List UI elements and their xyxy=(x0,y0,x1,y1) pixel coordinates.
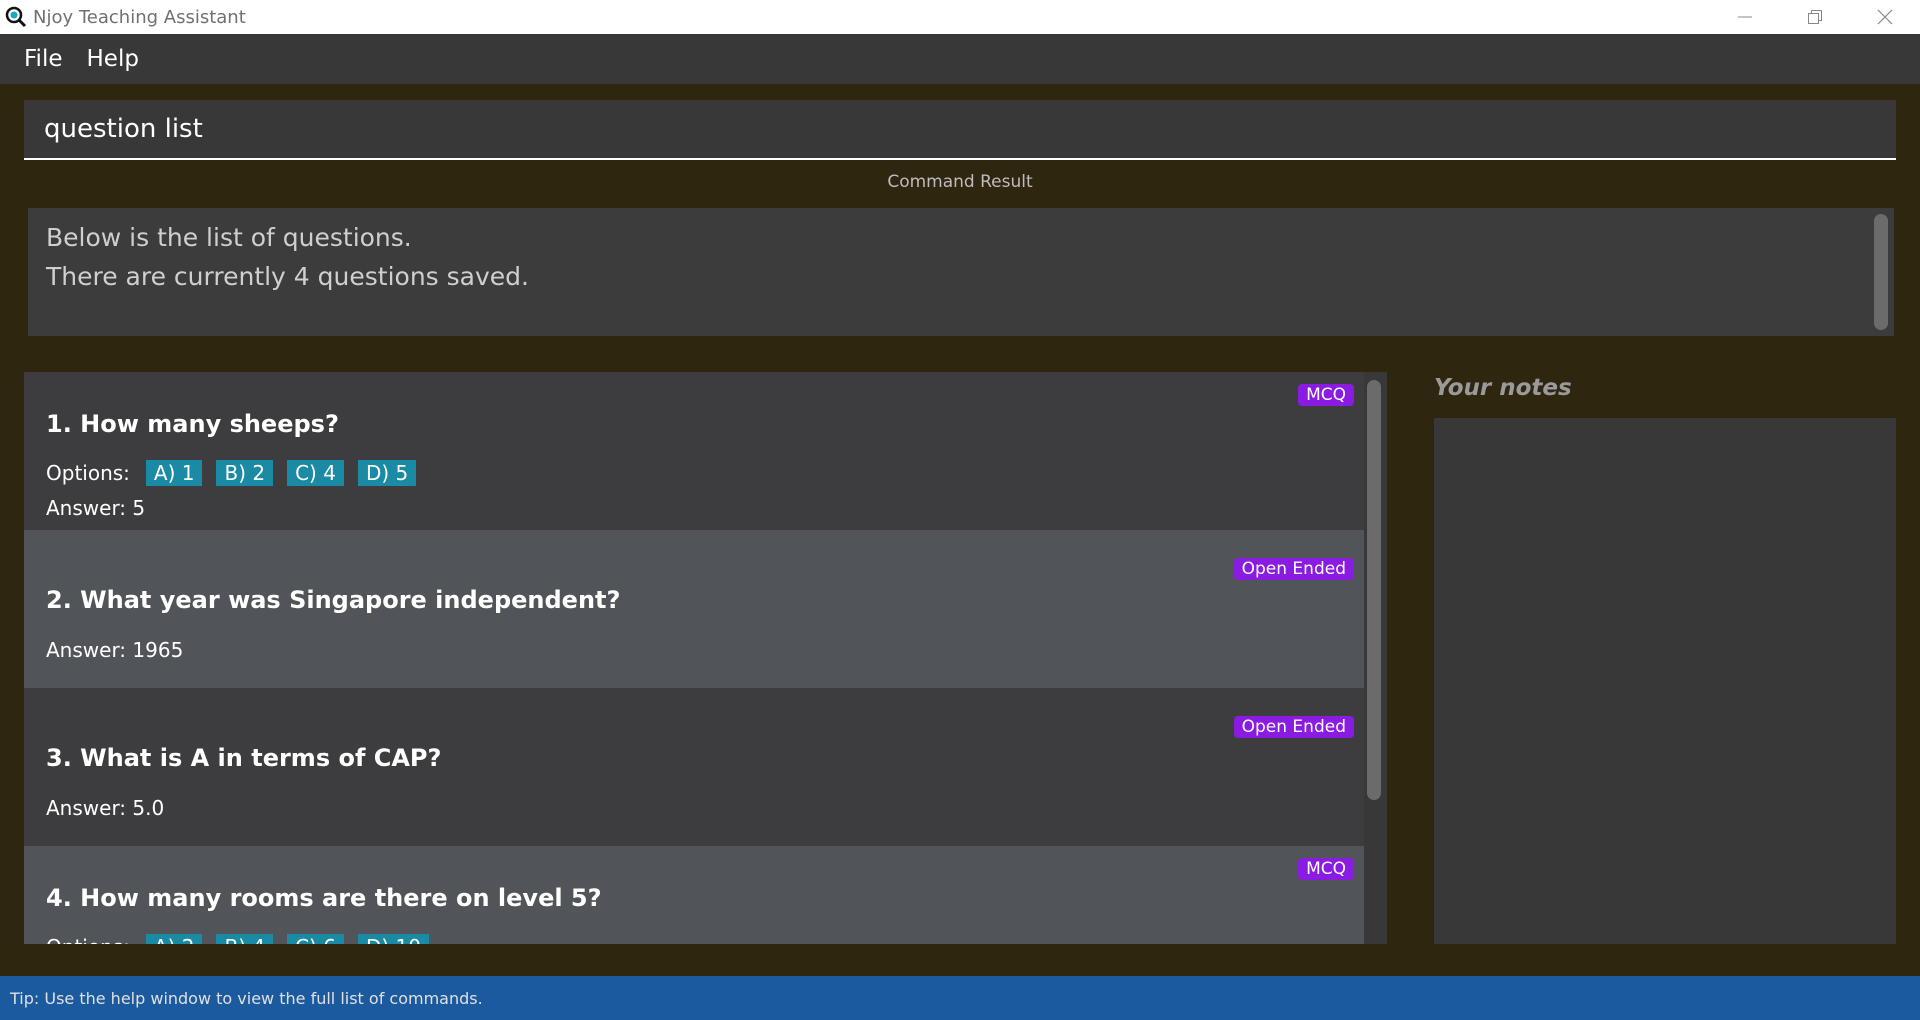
minimize-icon xyxy=(1738,16,1752,18)
question-list: MCQ 1. How many sheeps? Options: A) 1 B)… xyxy=(24,372,1387,944)
question-card[interactable]: Open Ended 3. What is A in terms of CAP?… xyxy=(24,688,1364,846)
result-line: There are currently 4 questions saved. xyxy=(46,262,529,291)
option-chip: C) 4 xyxy=(287,460,344,486)
menu-file[interactable]: File xyxy=(12,46,75,72)
restore-button[interactable] xyxy=(1780,0,1850,34)
restore-icon xyxy=(1808,10,1822,24)
question-type-badge: MCQ xyxy=(1298,858,1354,880)
question-answer: Answer: 1965 xyxy=(46,638,184,662)
notes-area[interactable] xyxy=(1434,418,1896,944)
close-icon xyxy=(1877,9,1893,25)
options-label: Options: xyxy=(46,935,130,944)
window-title: Njoy Teaching Assistant xyxy=(33,6,246,28)
menu-help[interactable]: Help xyxy=(75,46,151,72)
minimize-button[interactable] xyxy=(1710,0,1780,34)
title-bar: Njoy Teaching Assistant xyxy=(0,0,1920,34)
option-chip: A) 2 xyxy=(145,934,203,944)
option-chip: C) 6 xyxy=(287,934,344,944)
question-type-badge: Open Ended xyxy=(1233,716,1354,738)
option-chip: D) 5 xyxy=(357,460,417,486)
question-options: Options: A) 2 B) 4 C) 6 D) 10 xyxy=(46,934,443,944)
menu-bar: File Help xyxy=(0,34,1920,84)
status-bar: Tip: Use the help window to view the ful… xyxy=(0,976,1920,1020)
question-title: 4. How many rooms are there on level 5? xyxy=(46,884,602,912)
question-title: 3. What is A in terms of CAP? xyxy=(46,744,442,772)
option-chip: B) 4 xyxy=(216,934,274,944)
question-type-badge: MCQ xyxy=(1298,384,1354,406)
notes-title: Your notes xyxy=(1434,375,1572,401)
result-scrollbar[interactable] xyxy=(1874,214,1888,330)
question-type-badge: Open Ended xyxy=(1233,558,1354,580)
command-input-value: question list xyxy=(44,114,203,144)
question-card[interactable]: MCQ 4. How many rooms are there on level… xyxy=(24,846,1364,944)
question-answer: Answer: 5 xyxy=(46,496,146,520)
option-chip: A) 1 xyxy=(145,460,203,486)
question-options: Options: A) 1 B) 2 C) 4 D) 5 xyxy=(46,460,430,486)
question-answer: Answer: 5.0 xyxy=(46,796,165,820)
close-button[interactable] xyxy=(1850,0,1920,34)
option-chip: D) 10 xyxy=(357,934,429,944)
question-title: 1. How many sheeps? xyxy=(46,410,339,438)
question-list-scrollbar[interactable] xyxy=(1367,380,1381,800)
app-logo-icon xyxy=(5,6,27,28)
options-label: Options: xyxy=(46,461,130,485)
command-result-label: Command Result xyxy=(887,172,1033,192)
command-result-box: Below is the list of questions. There ar… xyxy=(28,208,1894,336)
question-title: 2. What year was Singapore independent? xyxy=(46,586,621,614)
result-line: Below is the list of questions. xyxy=(46,223,412,252)
question-card[interactable]: Open Ended 2. What year was Singapore in… xyxy=(24,530,1364,688)
status-tip: Tip: Use the help window to view the ful… xyxy=(10,988,483,1008)
question-card[interactable]: MCQ 1. How many sheeps? Options: A) 1 B)… xyxy=(24,372,1364,530)
command-input[interactable]: question list xyxy=(24,100,1896,160)
option-chip: B) 2 xyxy=(216,460,274,486)
